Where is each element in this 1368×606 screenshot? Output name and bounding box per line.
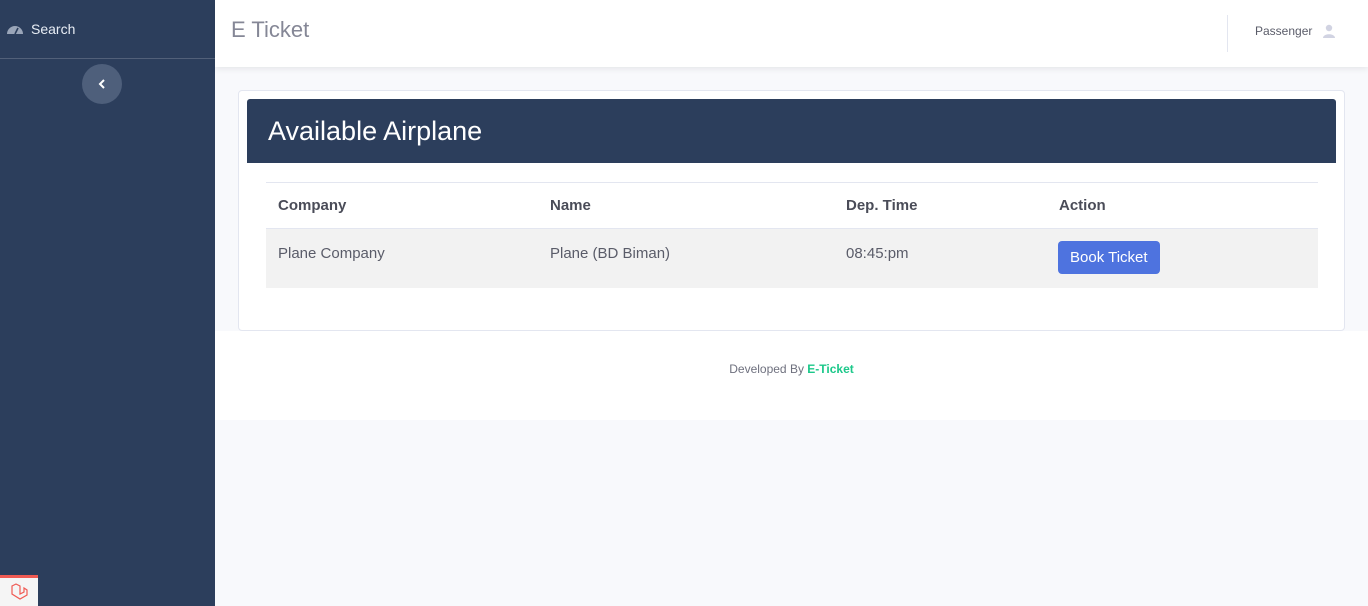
sidebar-item-label: Search bbox=[31, 21, 76, 37]
cell-dep-time: 08:45:pm bbox=[846, 245, 909, 262]
card-title: Available Airplane bbox=[268, 116, 483, 146]
table-row: Plane Company Plane (BD Biman) 08:45:pm … bbox=[266, 229, 1318, 288]
column-header-dep-time: Dep. Time bbox=[846, 197, 918, 214]
topbar-divider bbox=[1227, 15, 1228, 52]
user-name: Passenger bbox=[1255, 24, 1313, 38]
column-header-company: Company bbox=[278, 197, 347, 214]
sidebar: Search bbox=[0, 0, 215, 606]
book-ticket-button[interactable]: Book Ticket bbox=[1058, 241, 1160, 274]
footer: Developed By E-Ticket bbox=[215, 331, 1368, 420]
dashboard-gauge-icon bbox=[7, 26, 23, 35]
cell-action: Book Ticket bbox=[1047, 229, 1318, 288]
table-header-row: Company Name Dep. Time Action bbox=[266, 183, 1318, 229]
app-brand: E Ticket bbox=[231, 17, 310, 42]
footer-brand: E-Ticket bbox=[807, 362, 854, 376]
column-header-name: Name bbox=[550, 197, 591, 214]
laravel-debug-badge[interactable] bbox=[0, 575, 38, 606]
column-header-action: Action bbox=[1059, 197, 1106, 214]
footer-prefix: Developed By bbox=[729, 362, 808, 376]
cell-name: Plane (BD Biman) bbox=[550, 245, 671, 262]
airplane-table: Company Name Dep. Time Action Plane Comp… bbox=[266, 182, 1318, 288]
sidebar-toggle-button[interactable] bbox=[82, 64, 122, 104]
card-header: Available Airplane bbox=[247, 99, 1336, 163]
user-icon bbox=[1323, 24, 1336, 38]
chevron-left-icon bbox=[98, 79, 105, 89]
sidebar-divider bbox=[0, 58, 215, 59]
airplane-card: Available Airplane Company Name Dep. Tim… bbox=[238, 90, 1345, 331]
user-menu[interactable]: Passenger bbox=[1255, 24, 1336, 38]
sidebar-item-search[interactable]: Search bbox=[0, 0, 215, 58]
cell-company: Plane Company bbox=[278, 245, 385, 262]
topbar: E Ticket Passenger bbox=[215, 0, 1368, 67]
laravel-icon bbox=[11, 583, 28, 600]
